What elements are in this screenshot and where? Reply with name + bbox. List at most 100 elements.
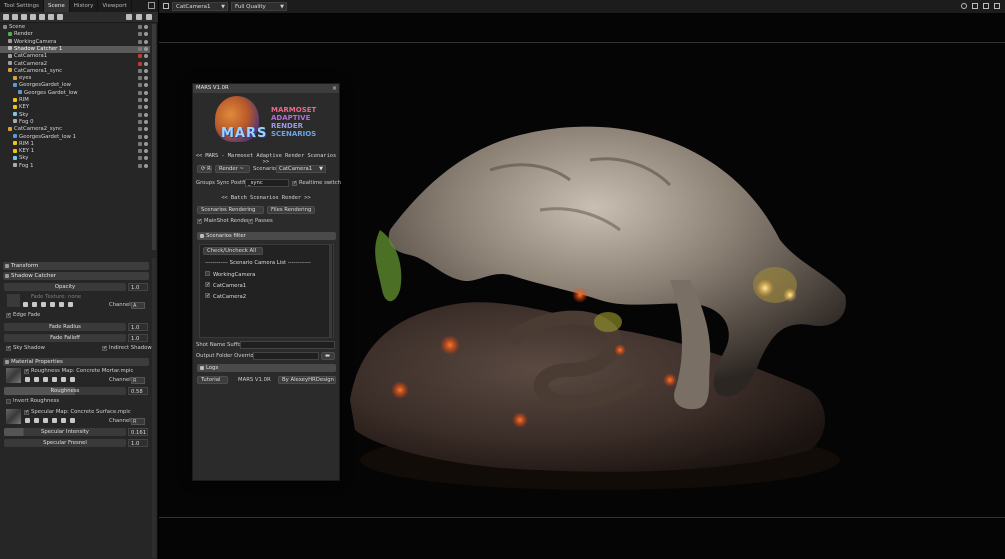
lock-icon[interactable]	[138, 68, 142, 73]
tree-row[interactable]: KEY	[0, 104, 150, 111]
tree-row[interactable]: CatCamera1	[0, 53, 150, 60]
lock-icon[interactable]	[138, 90, 142, 95]
lock-icon[interactable]	[138, 39, 142, 44]
sky-shadow-checkbox[interactable]	[6, 345, 11, 351]
camera-checkbox[interactable]	[205, 292, 210, 300]
transform-section[interactable]: Transform	[3, 262, 149, 270]
pick-icon[interactable]	[50, 302, 55, 307]
tree-row[interactable]: Fog 0	[0, 119, 150, 126]
tree-row[interactable]: KEY 1	[0, 148, 150, 155]
camera-icon[interactable]	[163, 3, 169, 9]
lock-icon[interactable]	[138, 98, 142, 102]
specular-fresnel-slider[interactable]: Specular Fresnel	[4, 439, 126, 447]
visibility-icon[interactable]	[144, 90, 148, 95]
tree-row[interactable]: Fog 1	[0, 163, 150, 170]
tree-row[interactable]: Scene	[0, 24, 150, 31]
lock-icon[interactable]	[138, 105, 142, 110]
fade-radius-value[interactable]: 1.0	[128, 323, 148, 331]
visibility-icon[interactable]	[144, 61, 148, 66]
visibility-icon[interactable]	[144, 32, 148, 37]
specular-map-thumb[interactable]	[6, 409, 21, 424]
lock-icon[interactable]	[138, 61, 142, 66]
roughness-map-checkbox[interactable]	[24, 368, 29, 374]
shot-name-suffix-input[interactable]	[240, 341, 335, 349]
roughness-channel-select[interactable]: R	[131, 377, 145, 384]
bucket-icon[interactable]	[43, 418, 48, 423]
lock-icon[interactable]	[138, 46, 142, 51]
search-icon[interactable]	[34, 377, 39, 382]
search-icon[interactable]	[32, 302, 37, 307]
lock-icon[interactable]	[138, 141, 142, 146]
material-properties-section[interactable]: Material Properties	[3, 358, 149, 366]
search-icon[interactable]	[34, 418, 39, 423]
lock-icon[interactable]	[138, 149, 142, 154]
tree-row[interactable]: CatCamera2	[0, 61, 150, 68]
gear-icon[interactable]	[961, 3, 967, 9]
specular-intensity-slider[interactable]: Specular Intensity	[4, 428, 126, 436]
tree-row[interactable]: CatCamera2_sync	[0, 126, 150, 133]
tree-row[interactable]: eyes	[0, 75, 150, 82]
bucket-icon[interactable]	[43, 377, 48, 382]
author-button[interactable]: By AlexeyHRDesign	[278, 376, 336, 384]
refresh-icon[interactable]	[59, 302, 64, 307]
add-object-icon[interactable]	[3, 14, 9, 20]
lock-icon[interactable]	[138, 156, 142, 161]
tree-row[interactable]: Sky	[0, 155, 150, 162]
close-icon[interactable]	[70, 418, 75, 423]
invert-roughness-checkbox[interactable]	[6, 399, 11, 404]
fade-texture-thumb[interactable]	[7, 294, 20, 307]
visibility-icon[interactable]	[144, 83, 148, 88]
visibility-icon[interactable]	[144, 39, 148, 44]
close-icon[interactable]	[68, 302, 73, 307]
scenarios-filter-header[interactable]: Scenarios filter	[197, 232, 336, 240]
quality-select[interactable]: Full Quality ▼	[231, 2, 287, 11]
opacity-slider[interactable]: Opacity	[4, 283, 126, 291]
visibility-icon[interactable]	[144, 54, 148, 59]
specular-map-checkbox[interactable]	[24, 409, 29, 415]
fade-radius-slider[interactable]: Fade Radius	[4, 323, 126, 331]
scenarios-rendering-button[interactable]: Scenarios Rendering	[197, 206, 264, 214]
visibility-icon[interactable]	[144, 163, 148, 168]
indirect-shadow-checkbox[interactable]	[102, 345, 107, 351]
specular-channel-select[interactable]: R	[131, 418, 145, 425]
fade-falloff-value[interactable]: 1.0	[128, 334, 148, 342]
check-uncheck-all-button[interactable]: Check/Uncheck All	[203, 247, 263, 255]
scene-tree-scrollbar[interactable]	[152, 24, 156, 250]
channel-select[interactable]: A	[131, 302, 145, 309]
lock-icon[interactable]	[138, 32, 142, 37]
roughness-map-thumb[interactable]	[6, 368, 21, 383]
refresh-icon[interactable]	[61, 377, 66, 382]
tree-row[interactable]: Shadow Catcher 1	[0, 45, 150, 53]
camera-checkbox[interactable]	[205, 271, 210, 276]
trash-icon[interactable]	[146, 14, 152, 20]
fog-icon[interactable]	[48, 14, 54, 20]
passes-checkbox[interactable]	[248, 218, 253, 224]
close-icon[interactable]: ×	[332, 84, 337, 93]
camera-list-scrollbar[interactable]	[329, 245, 332, 337]
shadow-catcher-section[interactable]: Shadow Catcher	[3, 272, 149, 280]
visibility-icon[interactable]	[144, 68, 148, 73]
tree-row[interactable]: Sky	[0, 112, 150, 119]
lock-icon[interactable]	[138, 112, 142, 117]
visibility-icon[interactable]	[144, 105, 148, 110]
browse-folder-button[interactable]: ▬	[321, 352, 335, 360]
specular-fresnel-value[interactable]: 1.0	[128, 439, 148, 447]
visibility-icon[interactable]	[144, 46, 148, 51]
camera-icon[interactable]	[21, 14, 27, 20]
tree-row[interactable]: RIM 1	[0, 141, 150, 148]
realtime-switch-checkbox[interactable]	[292, 180, 297, 186]
lock-icon[interactable]	[138, 76, 142, 81]
pick-icon[interactable]	[52, 418, 57, 423]
lock-icon[interactable]	[138, 134, 142, 139]
tab-viewport[interactable]: Viewport	[98, 0, 132, 12]
visibility-icon[interactable]	[144, 156, 148, 161]
specular-intensity-value[interactable]: 0.161	[128, 428, 148, 436]
tree-row[interactable]: GeorgesGardet_low 1	[0, 134, 150, 141]
roughness-slider[interactable]: Roughness	[4, 387, 126, 395]
material-icon[interactable]	[39, 14, 45, 20]
visibility-icon[interactable]	[144, 25, 148, 29]
roughness-value[interactable]: 0.58	[128, 387, 148, 395]
render-button[interactable]: Render ~	[215, 165, 250, 173]
move-icon[interactable]	[972, 3, 978, 9]
camera-list-item[interactable]: CatCamera2	[205, 292, 246, 301]
